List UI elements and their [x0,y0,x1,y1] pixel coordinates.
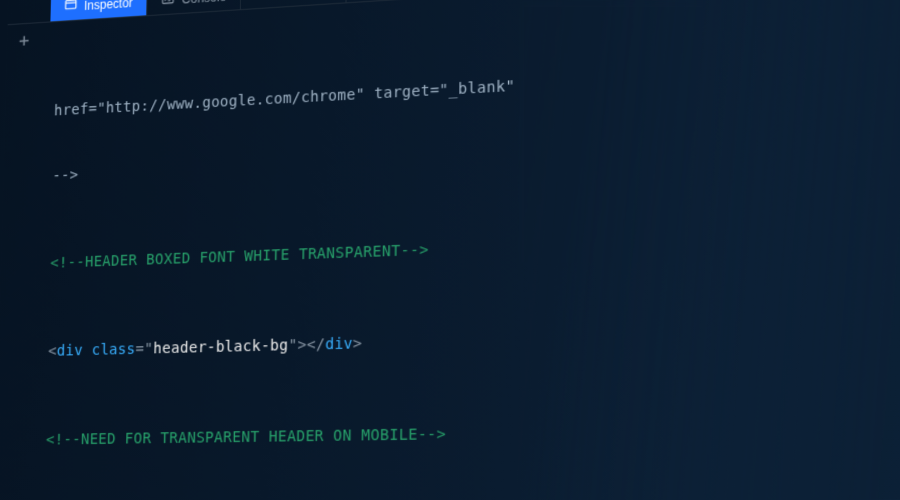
debugger-icon [256,0,270,2]
dom-node[interactable]: <div class="header-black-bg"></div> [48,315,900,363]
console-icon [162,0,175,9]
devtools-screen: Inspector Console Debugger [0,0,900,500]
comment-line: <!--HEADER BOXED FONT WHITE TRANSPARENT-… [50,217,900,276]
comment-line: <!--NEED FOR TRANSPARENT HEADER ON MOBIL… [46,414,900,452]
tab-console-label: Console [182,0,227,6]
add-tab-button[interactable]: + [19,30,30,52]
code-line: href="http://www.google.com/chrome" targ… [54,46,900,123]
dom-tree[interactable]: href="http://www.google.com/chrome" targ… [0,0,900,500]
code-line: --> [52,119,900,188]
tab-inspector-label: Inspector [84,0,133,13]
inspector-icon [64,0,77,15]
